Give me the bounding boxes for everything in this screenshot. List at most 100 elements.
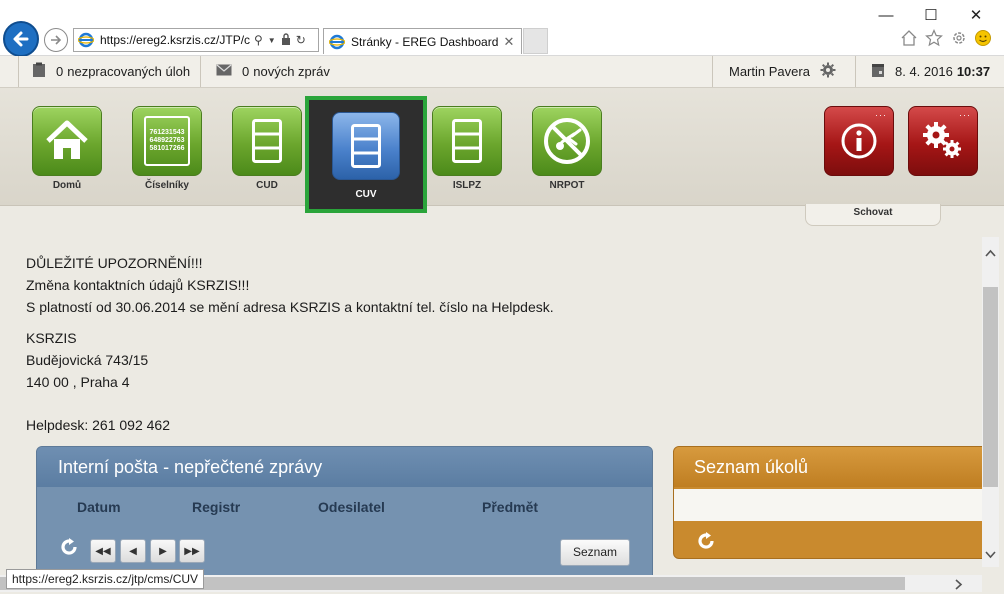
search-icon[interactable]: ⚲ (254, 33, 263, 47)
injury-icon (544, 118, 590, 164)
tile-dots: ··· (875, 110, 887, 120)
tasks-indicator[interactable]: 0 nezpracovaných úloh (32, 56, 190, 87)
clipboard-icon (32, 62, 46, 81)
hide-menu-button[interactable]: Schovat (805, 204, 941, 226)
codelist-icon: 761231543 648922763 581017266 (144, 116, 190, 166)
address-url[interactable]: https://ereg2.ksrzis.cz/JTP/cı (100, 33, 250, 47)
mail-panel-title: Interní pošta - nepřečtené zprávy (37, 447, 652, 487)
vertical-scrollbar[interactable] (982, 237, 999, 567)
close-window-button[interactable]: ✕ (965, 6, 987, 24)
tile-cuv-selected[interactable]: CUV (305, 96, 427, 213)
tile-label: Domů (52, 180, 82, 191)
envelope-icon (216, 64, 232, 79)
date-text: 8. 4. 2016 (895, 64, 953, 79)
forward-button[interactable] (44, 28, 68, 52)
scroll-down-icon[interactable] (985, 547, 996, 562)
maximize-button[interactable]: ☐ (920, 6, 942, 24)
next-page-button[interactable]: ▶ (150, 539, 176, 563)
scroll-right-icon[interactable] (955, 578, 963, 593)
list-icon (351, 124, 381, 168)
messages-count: 0 (242, 64, 250, 79)
tab-title: Stránky - EREG Dashboard (351, 34, 499, 49)
module-menu: Domů 761231543 648922763 581017266 Čísel… (0, 88, 1004, 206)
messages-indicator[interactable]: 0 nových zpráv (216, 56, 330, 87)
mail-refresh-icon[interactable] (59, 537, 79, 563)
mail-list-button[interactable]: Seznam (560, 539, 630, 566)
scroll-up-icon[interactable] (985, 249, 996, 260)
tile-settings[interactable]: ··· (908, 106, 978, 176)
internal-mail-panel: Interní pošta - nepřečtené zprávy Datum … (36, 446, 653, 586)
tile-islpz[interactable]: ISLPZ (432, 106, 502, 191)
tasks-refresh-icon[interactable] (696, 531, 716, 557)
address-block: KSRZIS Budějovická 743/15 140 00 , Praha… (26, 327, 148, 393)
feedback-smiley-icon[interactable] (973, 28, 993, 48)
tile-label: CUV (355, 189, 377, 200)
tile-cud[interactable]: CUD (232, 106, 302, 191)
back-arrow-icon (13, 31, 29, 47)
tile-dots: ··· (959, 110, 971, 120)
favorites-star-icon[interactable] (924, 28, 944, 48)
city: 140 00 , Praha 4 (26, 374, 130, 390)
refresh-page-icon[interactable]: ↻ (296, 33, 306, 47)
prev-page-icon: ◀ (129, 545, 137, 557)
tile-info[interactable]: ··· (824, 106, 894, 176)
user-settings-gear-icon[interactable] (820, 62, 836, 81)
tab-close-icon[interactable]: ✕ (501, 34, 517, 50)
col-predmet[interactable]: Předmět (482, 499, 538, 515)
settings-gears-icon (923, 122, 961, 158)
tab-favicon-icon (328, 34, 346, 50)
user-menu[interactable]: Martin Pavera (729, 56, 836, 87)
forward-arrow-icon (51, 35, 62, 45)
next-page-icon: ▶ (159, 545, 167, 557)
home-icon (46, 120, 88, 159)
tile-ciselniky[interactable]: 761231543 648922763 581017266 Číselníky (132, 106, 202, 191)
helpdesk-line: Helpdesk: 261 092 462 (26, 417, 170, 433)
org-name: KSRZIS (26, 330, 77, 346)
new-tab-button[interactable] (523, 28, 548, 54)
tools-gear-icon[interactable] (949, 28, 969, 48)
browser-tab[interactable]: Stránky - EREG Dashboard ✕ (323, 28, 522, 54)
list-icon (452, 119, 482, 163)
info-bar: 0 nezpracovaných úloh 0 nových zpráv Mar… (0, 56, 1004, 88)
tile-label: CUD (256, 180, 278, 191)
tile-nrpot[interactable]: NRPOT (532, 106, 602, 191)
col-datum[interactable]: Datum (77, 499, 121, 515)
notice-line-2: Změna kontaktních údajů KSRZIS!!! (26, 277, 250, 293)
notice-line-1: DŮLEŽITÉ UPOZORNĚNÍ!!! (26, 255, 203, 271)
vertical-scroll-thumb[interactable] (983, 287, 998, 487)
messages-label: nových zpráv (253, 64, 330, 79)
tasks-list (674, 489, 992, 521)
lock-icon[interactable] (281, 32, 291, 48)
datetime-display: 8. 4. 2016 10:37 (871, 56, 990, 87)
app-viewport: 0 nezpracovaných úloh 0 nových zpráv Mar… (0, 56, 1004, 594)
calendar-icon (871, 62, 885, 81)
tasks-label: nezpracovaných úloh (67, 64, 191, 79)
notice-line-3: S platností od 30.06.2014 se mění adresa… (26, 299, 554, 315)
dropdown-icon[interactable]: ▼ (268, 36, 276, 45)
ie-logo-icon (77, 32, 95, 48)
tile-label: ISLPZ (452, 180, 482, 191)
minimize-button[interactable]: — (875, 6, 897, 24)
tile-domu[interactable]: Domů (32, 106, 102, 191)
street: Budějovická 743/15 (26, 352, 149, 368)
tasks-panel-title: Seznam úkolů (674, 447, 992, 487)
tasks-count: 0 (56, 64, 64, 79)
last-page-icon: ▶▶ (184, 545, 200, 557)
col-odesilatel[interactable]: Odesilatel (318, 499, 385, 515)
tile-label: Číselníky (145, 180, 189, 191)
prev-page-button[interactable]: ◀ (120, 539, 146, 563)
browser-titlebar: https://ereg2.ksrzis.cz/JTP/cı ⚲ ▼ ↻ Str… (0, 0, 1004, 57)
col-registr[interactable]: Registr (192, 499, 240, 515)
user-name: Martin Pavera (729, 64, 810, 79)
back-button[interactable] (3, 21, 39, 57)
notice-block: DŮLEŽITÉ UPOZORNĚNÍ!!! Změna kontaktních… (26, 252, 554, 318)
tile-label: NRPOT (549, 180, 585, 191)
info-icon (841, 123, 877, 159)
list-icon (252, 119, 282, 163)
first-page-button[interactable]: ◀◀ (90, 539, 116, 563)
time-text: 10:37 (956, 64, 991, 79)
first-page-icon: ◀◀ (95, 545, 111, 557)
last-page-button[interactable]: ▶▶ (179, 539, 205, 563)
address-bar[interactable]: https://ereg2.ksrzis.cz/JTP/cı ⚲ ▼ ↻ (73, 28, 319, 52)
home-browser-icon[interactable] (899, 28, 919, 48)
